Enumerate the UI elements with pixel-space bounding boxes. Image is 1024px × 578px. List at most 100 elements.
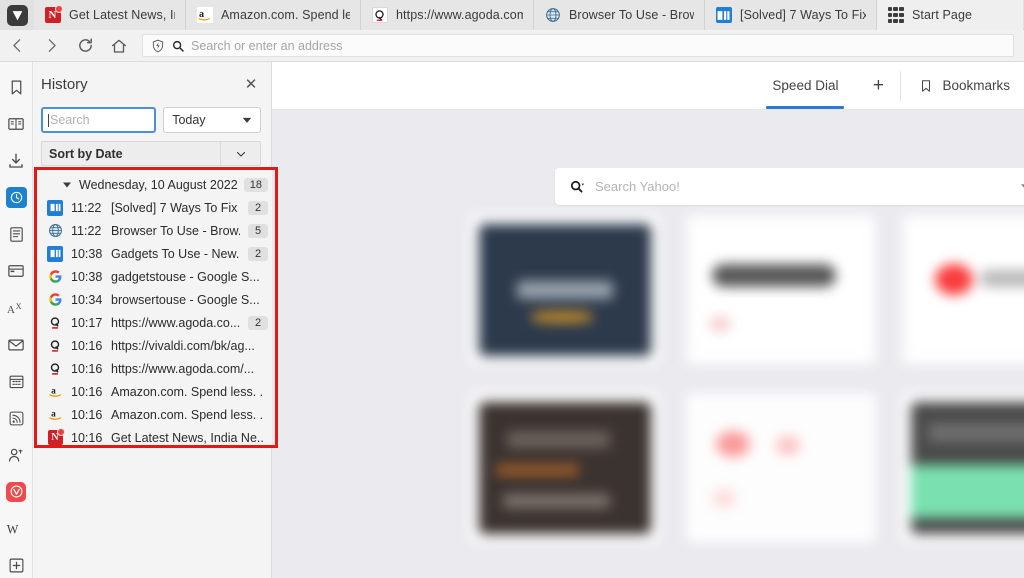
tab-speed-dial[interactable]: Speed Dial — [754, 62, 856, 109]
home-button[interactable] — [102, 30, 136, 62]
forward-button[interactable] — [34, 30, 68, 62]
chevron-left-icon — [12, 39, 20, 52]
speed-dial-grid — [470, 215, 1024, 565]
globe-favicon — [544, 7, 561, 24]
tab-browser-to-use[interactable]: Browser To Use - Browser T — [534, 0, 705, 30]
download-icon — [9, 153, 23, 168]
sidebar-item-calendar[interactable] — [3, 369, 30, 394]
speed-dial-tile-3[interactable] — [902, 215, 1024, 365]
search-input[interactable]: Search — [41, 107, 157, 133]
grid-favicon — [887, 7, 904, 24]
tab-title: Get Latest News, India New — [69, 8, 175, 22]
history-row[interactable]: 10:38 gadgetstouse - Google S... — [37, 265, 275, 288]
chevron-down-icon — [242, 117, 252, 123]
history-row[interactable]: 11:22 [Solved] 7 Ways To Fix ... 2 — [37, 196, 275, 219]
text-caret — [48, 113, 49, 127]
triangle-down-icon — [63, 182, 71, 187]
history-row[interactable]: 10:34 browsertouse - Google S... — [37, 288, 275, 311]
tab-title: Browser To Use - Browser T — [569, 8, 694, 22]
history-row[interactable]: 10:16 https://vivaldi.com/bk/ag... — [37, 334, 275, 357]
start-page-search-input[interactable]: Search Yahoo! — [555, 168, 1024, 205]
shield-icon — [152, 39, 164, 52]
tab-title: [Solved] 7 Ways To Fix Voic — [740, 8, 866, 22]
sidebar-item-notes[interactable] — [3, 222, 30, 247]
history-title: [Solved] 7 Ways To Fix ... — [111, 200, 240, 215]
history-list-region: Wednesday, 10 August 2022 18 11:22 [Solv… — [33, 167, 278, 448]
sidebar-item-feeds[interactable] — [3, 406, 30, 431]
sidebar-item-mail[interactable] — [3, 332, 30, 357]
history-time: 10:16 — [71, 338, 103, 353]
blue-square-favicon — [47, 199, 63, 216]
history-group-count: 18 — [243, 177, 268, 192]
tab-amazon[interactable]: a Amazon.com. Spend less. S — [186, 0, 361, 30]
window-icon — [8, 265, 24, 278]
reload-button[interactable] — [68, 30, 102, 62]
history-row[interactable]: 10:16 https://www.agoda.com/... — [37, 357, 275, 380]
speed-dial-tile-6[interactable] — [902, 393, 1024, 543]
history-group-header[interactable]: Wednesday, 10 August 2022 18 — [37, 173, 275, 196]
history-row[interactable]: 10:17 https://www.agoda.co... 2 — [37, 311, 275, 334]
agoda-favicon — [47, 338, 63, 354]
tab-solved-7-ways[interactable]: [Solved] 7 Ways To Fix Voic — [705, 0, 877, 30]
amazon-favicon: a — [196, 7, 213, 24]
chevron-down-icon[interactable] — [1020, 181, 1024, 192]
tab-start-page[interactable]: Start Page — [877, 0, 1023, 30]
history-row[interactable]: 10:38 Gadgets To Use - New... 2 — [37, 242, 275, 265]
bookmark-icon — [11, 80, 21, 95]
speed-dial-tile-5[interactable] — [686, 393, 876, 543]
back-button[interactable] — [0, 30, 34, 62]
history-title: https://vivaldi.com/bk/ag... — [111, 338, 255, 353]
sidebar-item-reading-list[interactable] — [3, 112, 30, 137]
sidebar-item-contacts[interactable] — [3, 443, 30, 468]
add-speed-dial-button[interactable]: + — [856, 62, 900, 109]
start-page-search-wrap: Search Yahoo! — [555, 168, 1024, 205]
history-title: gadgetstouse - Google S... — [111, 269, 260, 284]
search-placeholder: Search Yahoo! — [595, 179, 680, 194]
sidebar-item-add-panel[interactable] — [3, 553, 30, 578]
url-input[interactable]: Search or enter an address — [142, 34, 1014, 57]
google-favicon — [47, 269, 63, 285]
blue-square-favicon — [47, 245, 63, 262]
sidebar-item-window[interactable] — [3, 259, 30, 284]
sort-label: Sort by Date — [49, 146, 123, 161]
tab-agoda[interactable]: https://www.agoda.com/de — [361, 0, 534, 30]
history-time: 10:16 — [71, 430, 103, 445]
sidebar-item-wikipedia[interactable]: W — [3, 516, 30, 541]
amazon-favicon: a — [47, 384, 63, 400]
close-icon[interactable]: ✕ — [241, 75, 261, 95]
speed-dial-label: Speed Dial — [772, 78, 839, 93]
period-select[interactable]: Today — [163, 107, 261, 133]
google-favicon — [47, 292, 63, 308]
vivaldi-menu-button[interactable] — [0, 0, 34, 30]
history-row[interactable]: N 10:16 Get Latest News, India Ne... — [37, 426, 275, 449]
history-title: Amazon.com. Spend less. ... — [111, 407, 263, 422]
vivaldi-logo-icon — [6, 4, 28, 26]
sort-chevron-button[interactable] — [220, 142, 260, 165]
history-time: 10:16 — [71, 361, 103, 376]
history-row[interactable]: a 10:16 Amazon.com. Spend less. ... — [37, 403, 275, 426]
history-title: https://www.agoda.com/... — [111, 361, 255, 376]
sidebar-item-bookmarks[interactable] — [3, 75, 30, 100]
history-panel-header: History ✕ — [33, 62, 271, 107]
tab-news[interactable]: N Get Latest News, India New — [34, 0, 186, 30]
sort-by-date-row[interactable]: Sort by Date — [41, 141, 261, 166]
svg-text:X: X — [15, 302, 21, 311]
svg-text:a: a — [51, 386, 56, 396]
search-engine-icon[interactable] — [569, 179, 585, 195]
sidebar-item-vivaldi[interactable] — [3, 480, 30, 505]
sidebar-item-downloads[interactable] — [3, 149, 30, 174]
address-bar: Search or enter an address — [0, 30, 1024, 62]
sidebar-item-translate[interactable]: A X — [3, 296, 30, 321]
speed-dial-tile-1[interactable] — [470, 215, 660, 365]
tab-bookmarks[interactable]: Bookmarks — [901, 62, 1024, 109]
history-count: 2 — [248, 246, 268, 261]
speed-dial-tile-4[interactable] — [470, 393, 660, 543]
translate-icon: A X — [7, 302, 22, 316]
blue-square-favicon — [715, 7, 732, 24]
history-time: 10:38 — [71, 269, 103, 284]
speed-dial-tile-2[interactable] — [686, 215, 876, 365]
sidebar-item-history[interactable] — [3, 185, 30, 210]
history-row[interactable]: a 10:16 Amazon.com. Spend less. ... — [37, 380, 275, 403]
history-title: Get Latest News, India Ne... — [111, 430, 263, 445]
history-row[interactable]: 11:22 Browser To Use - Brow... 5 — [37, 219, 275, 242]
